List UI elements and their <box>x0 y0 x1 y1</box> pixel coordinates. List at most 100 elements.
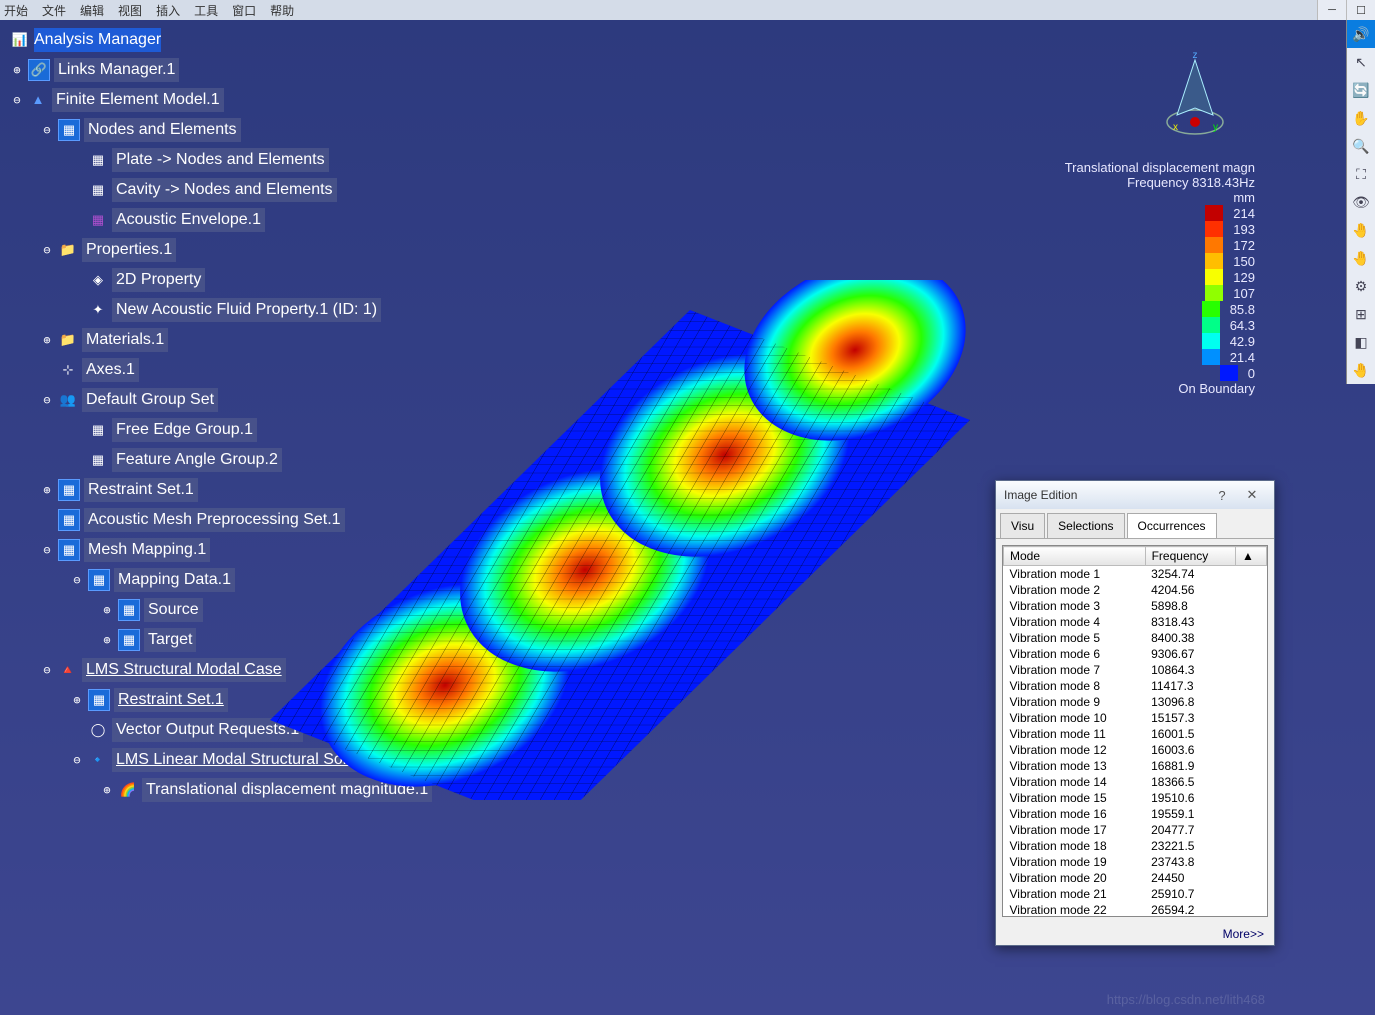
table-row[interactable]: Vibration mode 48318.43 <box>1004 614 1267 630</box>
tool-icon[interactable]: ⚙ <box>1347 272 1375 300</box>
tool4-icon[interactable]: 🤚 <box>1347 356 1375 384</box>
menu-插入[interactable]: 插入 <box>156 2 180 19</box>
zoom-icon[interactable]: 🔍 <box>1347 132 1375 160</box>
svg-text:y: y <box>1213 122 1218 133</box>
sound-icon[interactable]: 🔊 <box>1347 20 1375 48</box>
mode-cell: Vibration mode 9 <box>1004 694 1146 710</box>
tree-acoustic-env[interactable]: ▦Acoustic Envelope.1 <box>10 205 432 235</box>
table-row[interactable]: Vibration mode 2125910.7 <box>1004 886 1267 902</box>
collapse-icon[interactable]: ⊖ <box>70 573 84 587</box>
expand-icon[interactable]: ⊕ <box>70 693 84 707</box>
tree-analysis-manager[interactable]: 📊Analysis Manager <box>10 25 432 55</box>
menu-编辑[interactable]: 编辑 <box>80 2 104 19</box>
table-row[interactable]: Vibration mode 811417.3 <box>1004 678 1267 694</box>
tool2-icon[interactable]: ⊞ <box>1347 300 1375 328</box>
table-row[interactable]: Vibration mode 1116001.5 <box>1004 726 1267 742</box>
legend-value: 64.3 <box>1230 318 1255 333</box>
table-row[interactable]: Vibration mode 913096.8 <box>1004 694 1267 710</box>
expand-icon[interactable]: ⊕ <box>40 483 54 497</box>
freq-cell: 8318.43 <box>1145 614 1235 630</box>
help-button[interactable]: ? <box>1208 486 1236 504</box>
table-row[interactable]: Vibration mode 1519510.6 <box>1004 790 1267 806</box>
menu-帮助[interactable]: 帮助 <box>270 2 294 19</box>
collapse-icon[interactable]: ⊖ <box>70 753 84 767</box>
tree-fem[interactable]: ⊖▲Finite Element Model.1 <box>10 85 432 115</box>
freq-cell: 16001.5 <box>1145 726 1235 742</box>
tool3-icon[interactable]: ◧ <box>1347 328 1375 356</box>
table-row[interactable]: Vibration mode 69306.67 <box>1004 646 1267 662</box>
minimize-button[interactable]: ─ <box>1317 0 1346 20</box>
hand-icon[interactable]: 🤚 <box>1347 216 1375 244</box>
fit-icon[interactable]: ⛶ <box>1347 160 1375 188</box>
table-row[interactable]: Vibration mode 1015157.3 <box>1004 710 1267 726</box>
col-mode[interactable]: Mode <box>1004 547 1146 566</box>
tree-properties[interactable]: ⊖📁Properties.1 <box>10 235 432 265</box>
expand-icon[interactable]: ⊕ <box>100 633 114 647</box>
menu-文件[interactable]: 文件 <box>42 2 66 19</box>
table-row[interactable]: Vibration mode 1418366.5 <box>1004 774 1267 790</box>
more-button[interactable]: More>> <box>996 923 1274 945</box>
mode-cell: Vibration mode 21 <box>1004 886 1146 902</box>
table-row[interactable]: Vibration mode 1720477.7 <box>1004 822 1267 838</box>
tree-nodes-elements[interactable]: ⊖▦Nodes and Elements <box>10 115 432 145</box>
table-row[interactable]: Vibration mode 1316881.9 <box>1004 758 1267 774</box>
table-row[interactable]: Vibration mode 13254.74 <box>1004 566 1267 583</box>
close-button[interactable]: ✕ <box>1238 486 1266 504</box>
table-row[interactable]: Vibration mode 24204.56 <box>1004 582 1267 598</box>
collapse-icon[interactable]: ⊖ <box>40 663 54 677</box>
scroll-header: ▲ <box>1236 547 1267 566</box>
menu-视图[interactable]: 视图 <box>118 2 142 19</box>
mode-cell: Vibration mode 7 <box>1004 662 1146 678</box>
table-row[interactable]: Vibration mode 2226594.2 <box>1004 902 1267 917</box>
collapse-icon[interactable]: ⊖ <box>40 243 54 257</box>
table-row[interactable]: Vibration mode 710864.3 <box>1004 662 1267 678</box>
tree-cavity-ne[interactable]: ▦Cavity -> Nodes and Elements <box>10 175 432 205</box>
table-row[interactable]: Vibration mode 1619559.1 <box>1004 806 1267 822</box>
table-row[interactable]: Vibration mode 35898.8 <box>1004 598 1267 614</box>
menu-开始[interactable]: 开始 <box>4 2 28 19</box>
table-row[interactable]: Vibration mode 58400.38 <box>1004 630 1267 646</box>
collapse-icon[interactable]: ⊖ <box>40 393 54 407</box>
collapse-icon[interactable]: ⊖ <box>40 543 54 557</box>
legend-row: 42.9 <box>1065 333 1255 349</box>
mesh-visualization[interactable] <box>260 280 980 800</box>
legend-row: 172 <box>1065 237 1255 253</box>
table-row[interactable]: Vibration mode 1216003.6 <box>1004 742 1267 758</box>
hand2-icon[interactable]: 🤚 <box>1347 244 1375 272</box>
tab-selections[interactable]: Selections <box>1047 513 1124 538</box>
collapse-icon[interactable]: ⊖ <box>40 123 54 137</box>
maximize-button[interactable]: ☐ <box>1346 0 1375 20</box>
view-icon[interactable]: 👁 <box>1347 188 1375 216</box>
legend-row: 214 <box>1065 205 1255 221</box>
legend-swatch <box>1202 349 1220 365</box>
expand-icon[interactable]: ⊕ <box>40 333 54 347</box>
col-frequency[interactable]: Frequency <box>1145 547 1235 566</box>
tab-visu[interactable]: Visu <box>1000 513 1045 538</box>
menu-工具[interactable]: 工具 <box>194 2 218 19</box>
expand-icon[interactable]: ⊕ <box>100 603 114 617</box>
mode-cell: Vibration mode 15 <box>1004 790 1146 806</box>
freq-cell: 5898.8 <box>1145 598 1235 614</box>
freq-cell: 9306.67 <box>1145 646 1235 662</box>
mode-cell: Vibration mode 18 <box>1004 838 1146 854</box>
rotate-icon[interactable]: 🔄 <box>1347 76 1375 104</box>
freq-cell: 3254.74 <box>1145 566 1235 583</box>
mode-table[interactable]: Mode Frequency ▲ Vibration mode 13254.74… <box>1002 545 1268 917</box>
table-row[interactable]: Vibration mode 1923743.8 <box>1004 854 1267 870</box>
tab-occurrences[interactable]: Occurrences <box>1127 513 1217 538</box>
menu-窗口[interactable]: 窗口 <box>232 2 256 19</box>
expand-icon[interactable]: ⊕ <box>100 783 114 797</box>
mode-cell: Vibration mode 6 <box>1004 646 1146 662</box>
dialog-titlebar[interactable]: Image Edition ?✕ <box>996 481 1274 509</box>
legend-swatch <box>1205 221 1223 237</box>
expand-icon[interactable]: ⊕ <box>10 63 24 77</box>
pointer-icon[interactable]: ↖ <box>1347 48 1375 76</box>
freq-cell: 4204.56 <box>1145 582 1235 598</box>
table-row[interactable]: Vibration mode 2024450 <box>1004 870 1267 886</box>
compass-widget[interactable]: xyz <box>1155 50 1235 140</box>
tree-plate-ne[interactable]: ▦Plate -> Nodes and Elements <box>10 145 432 175</box>
tree-links-manager[interactable]: ⊕🔗Links Manager.1 <box>10 55 432 85</box>
collapse-icon[interactable]: ⊖ <box>10 93 24 107</box>
pan-icon[interactable]: ✋ <box>1347 104 1375 132</box>
table-row[interactable]: Vibration mode 1823221.5 <box>1004 838 1267 854</box>
